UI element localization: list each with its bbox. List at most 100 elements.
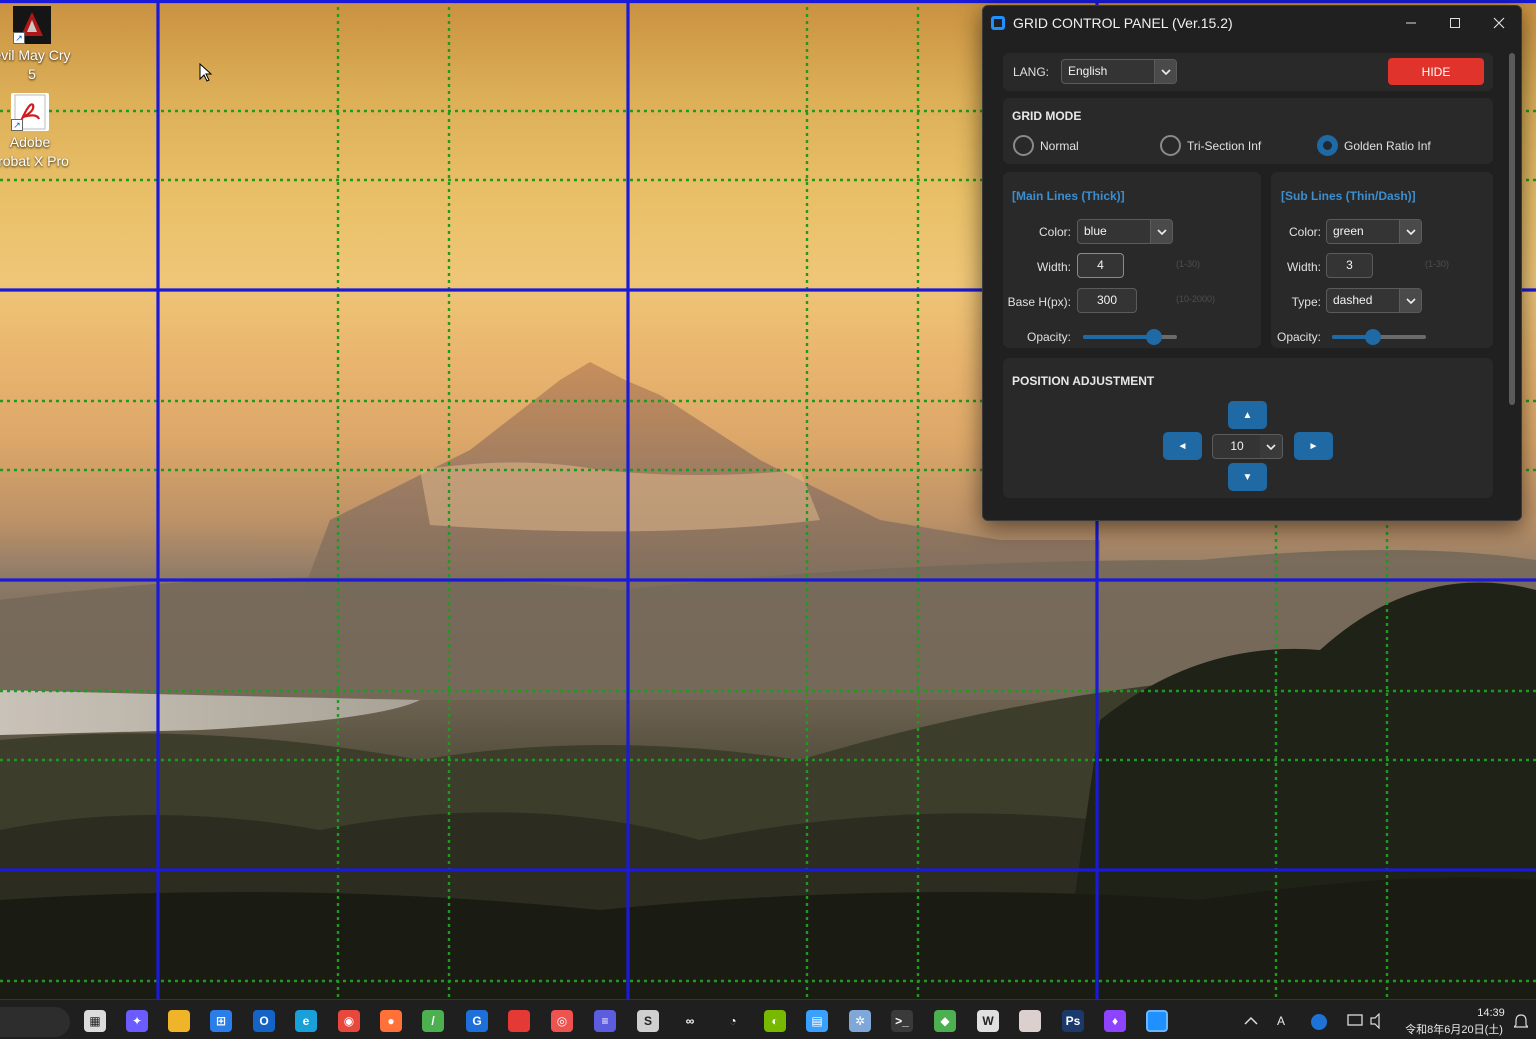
slider-knob[interactable] — [1365, 329, 1382, 345]
main-opacity-slider[interactable] — [1083, 329, 1177, 345]
sub-width-label: Width: — [1286, 260, 1321, 274]
notepad-icon[interactable]: ▤ — [806, 1010, 828, 1032]
position-card: POSITION ADJUSTMENT ▲ ◄ 10 ► ▼ — [1003, 358, 1493, 498]
grid-mode-card: GRID MODE Normal Tri-Section Inf Golden … — [1003, 98, 1493, 164]
sub-lines-title: [Sub Lines (Thin/Dash)] — [1281, 189, 1416, 203]
main-color-label: Color: — [1038, 225, 1071, 239]
app-s-icon[interactable]: S — [637, 1010, 659, 1032]
main-base-hint: (10-2000) — [1176, 294, 1216, 304]
shortcut-arrow-icon: ↗ — [11, 119, 23, 131]
copilot-icon[interactable]: ✦ — [126, 1010, 148, 1032]
radio-circle — [1160, 135, 1181, 156]
chrome-icon[interactable]: ◉ — [338, 1010, 360, 1032]
close-button[interactable] — [1477, 6, 1521, 40]
sub-type-value: dashed — [1333, 293, 1373, 307]
main-color-value: blue — [1084, 224, 1107, 238]
step-value: 10 — [1230, 439, 1244, 453]
sub-type-label: Type: — [1291, 295, 1321, 309]
sub-opacity-slider[interactable] — [1332, 329, 1426, 345]
maximize-button[interactable] — [1433, 6, 1477, 40]
main-base-input[interactable]: 300 — [1077, 288, 1137, 313]
microsoft-store-icon[interactable]: ⊞ — [210, 1010, 232, 1032]
hide-button[interactable]: HIDE — [1388, 58, 1484, 85]
desktop-icon-label: Adobe crobat X Pro — [0, 134, 69, 169]
clock-time[interactable]: 14:39 — [1476, 1007, 1506, 1019]
move-down-button[interactable]: ▼ — [1228, 463, 1267, 491]
slider-fill — [1083, 335, 1155, 339]
main-width-input[interactable]: 4 — [1077, 253, 1124, 278]
desktop-icon-label: evil May Cry 5 — [0, 47, 71, 82]
panel-content: LANG: English HIDE GRID MODE Normal Tri-… — [1003, 53, 1493, 498]
radio-normal[interactable]: Normal — [1013, 135, 1079, 156]
radio-circle — [1013, 135, 1034, 156]
taskbar-search[interactable] — [0, 1007, 70, 1037]
devil-may-cry-icon: ↗ — [13, 6, 51, 44]
sub-width-input[interactable]: 3 — [1326, 253, 1373, 278]
radio-golden-ratio[interactable]: Golden Ratio Inf — [1317, 135, 1431, 156]
sub-width-hint: (1-30) — [1425, 259, 1450, 269]
app-diamond-icon[interactable]: ◆ — [934, 1010, 956, 1032]
acrobat-pdf-icon: ↗ — [11, 93, 49, 131]
radio-tri-section[interactable]: Tri-Section Inf — [1160, 135, 1261, 156]
app-red-2-icon[interactable]: ◎ — [551, 1010, 573, 1032]
shortcut-arrow-icon: ↗ — [13, 32, 25, 44]
main-base-label: Base H(px): — [1007, 295, 1071, 309]
lang-card: LANG: English HIDE — [1003, 53, 1493, 91]
grid-mode-title: GRID MODE — [1012, 109, 1082, 123]
grid-control-panel-icon[interactable] — [1146, 1010, 1168, 1032]
app-purple-icon[interactable]: ≡ — [594, 1010, 616, 1032]
lang-dropdown[interactable]: English — [1061, 59, 1177, 84]
taskbar: ▦ ✦ ⊞ Oe ◉ ● / G ◎ ≡ S ∞ ◔ ◐ ▤ ✲ >_ ◆ W Ps ♦ A 14:39 令和8年6月2… — [0, 999, 1536, 1039]
app-red-icon[interactable] — [508, 1010, 530, 1032]
app-crystal-icon[interactable]: ♦ — [1104, 1010, 1126, 1032]
app-ghost-icon[interactable]: ◔ — [722, 1010, 744, 1032]
desktop-icon-devil-may-cry[interactable]: ↗ evil May Cry 5 — [0, 6, 72, 84]
main-width-label: Width: — [1036, 260, 1071, 274]
chevron-down-icon — [1150, 220, 1172, 243]
sub-color-dropdown[interactable]: green — [1326, 219, 1422, 244]
minimize-button[interactable] — [1389, 6, 1433, 40]
notification-bell-icon[interactable] — [1514, 1014, 1528, 1030]
chevron-down-icon — [1260, 435, 1282, 458]
ime-indicator[interactable]: A — [1277, 1014, 1285, 1028]
move-up-button[interactable]: ▲ — [1228, 401, 1267, 429]
move-right-button[interactable]: ► — [1294, 432, 1333, 460]
main-width-hint: (1-30) — [1176, 259, 1201, 269]
maximize-icon — [1450, 18, 1460, 28]
sub-color-value: green — [1333, 224, 1364, 238]
slider-knob[interactable] — [1146, 329, 1163, 345]
terminal-icon[interactable]: >_ — [891, 1010, 913, 1032]
window-title: GRID CONTROL PANEL (Ver.15.2) — [1013, 15, 1233, 31]
step-dropdown[interactable]: 10 — [1212, 434, 1283, 459]
sub-type-dropdown[interactable]: dashed — [1326, 288, 1422, 313]
firefox-icon[interactable]: ● — [380, 1010, 402, 1032]
photoshop-icon[interactable]: Ps — [1062, 1010, 1084, 1032]
title-bar[interactable]: GRID CONTROL PANEL (Ver.15.2) — [983, 6, 1521, 40]
app-w-icon[interactable]: W — [977, 1010, 999, 1032]
panel-scrollbar[interactable] — [1509, 53, 1515, 405]
nvidia-icon[interactable]: ◐ — [764, 1010, 786, 1032]
app-green-icon[interactable]: / — [422, 1010, 444, 1032]
chevron-down-icon — [1399, 289, 1421, 312]
app-icon — [991, 16, 1005, 30]
task-view-icon[interactable]: ▦ — [84, 1010, 106, 1032]
app-pattern-icon[interactable]: ✲ — [849, 1010, 871, 1032]
tray-overflow-chevron-icon[interactable] — [1244, 1016, 1258, 1025]
main-lines-title: [Main Lines (Thick)] — [1012, 189, 1125, 203]
app-g-icon[interactable]: G — [466, 1010, 488, 1032]
grid-control-panel-window: GRID CONTROL PANEL (Ver.15.2) LANG: Engl… — [982, 5, 1522, 521]
onedrive-icon[interactable] — [1311, 1014, 1327, 1030]
capcut-icon[interactable]: ∞ — [679, 1010, 701, 1032]
main-color-dropdown[interactable]: blue — [1077, 219, 1173, 244]
position-title: POSITION ADJUSTMENT — [1012, 374, 1155, 388]
move-left-button[interactable]: ◄ — [1163, 432, 1202, 460]
edge-icon[interactable]: e — [295, 1010, 317, 1032]
app-eraser-icon[interactable] — [1019, 1010, 1041, 1032]
desktop-icon-acrobat[interactable]: ↗ Adobe crobat X Pro — [0, 93, 70, 171]
file-explorer-icon[interactable] — [168, 1010, 190, 1032]
outlook-icon[interactable]: O — [253, 1010, 275, 1032]
clock-date[interactable]: 令和8年6月20日(土) — [1402, 1021, 1506, 1037]
network-volume-icon[interactable] — [1347, 1013, 1381, 1029]
radio-label: Normal — [1040, 138, 1079, 153]
sub-color-label: Color: — [1288, 225, 1321, 239]
